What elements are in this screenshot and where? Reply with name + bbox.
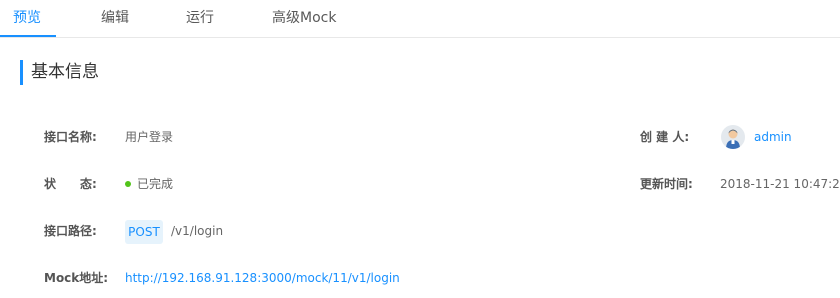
section-title: 基本信息 (20, 60, 99, 85)
interface-name-label: 接口名称: (44, 130, 97, 144)
status-text: 已完成 (137, 177, 174, 191)
updated-time-label: 更新时间: (640, 177, 693, 191)
tab-bar: 预览 编辑 运行 高级Mock (0, 0, 840, 38)
interface-name-value: 用户登录 (125, 130, 174, 144)
user-avatar-icon[interactable] (721, 125, 745, 149)
mock-url-label: Mock地址: (44, 271, 109, 285)
tab-advanced-mock[interactable]: 高级Mock (272, 0, 336, 38)
tab-preview[interactable]: 预览 (13, 0, 41, 38)
creator-link[interactable]: admin (754, 127, 792, 147)
tab-edit[interactable]: 编辑 (101, 0, 129, 38)
updated-time-value: 2018-11-21 10:47:29 (720, 177, 840, 191)
creator-label: 创 建 人: (640, 130, 690, 144)
interface-path-value: /v1/login (171, 224, 224, 238)
tab-run[interactable]: 运行 (186, 0, 214, 38)
http-method-badge: POST (125, 220, 163, 244)
status-label: 状 态: (44, 177, 97, 191)
status-value: 已完成 (125, 174, 173, 194)
interface-path-label: 接口路径: (44, 224, 97, 238)
status-dot-icon (125, 180, 131, 187)
active-tab-indicator (0, 35, 56, 37)
mock-url-link[interactable]: http://192.168.91.128:3000/mock/11/v1/lo… (125, 268, 400, 288)
